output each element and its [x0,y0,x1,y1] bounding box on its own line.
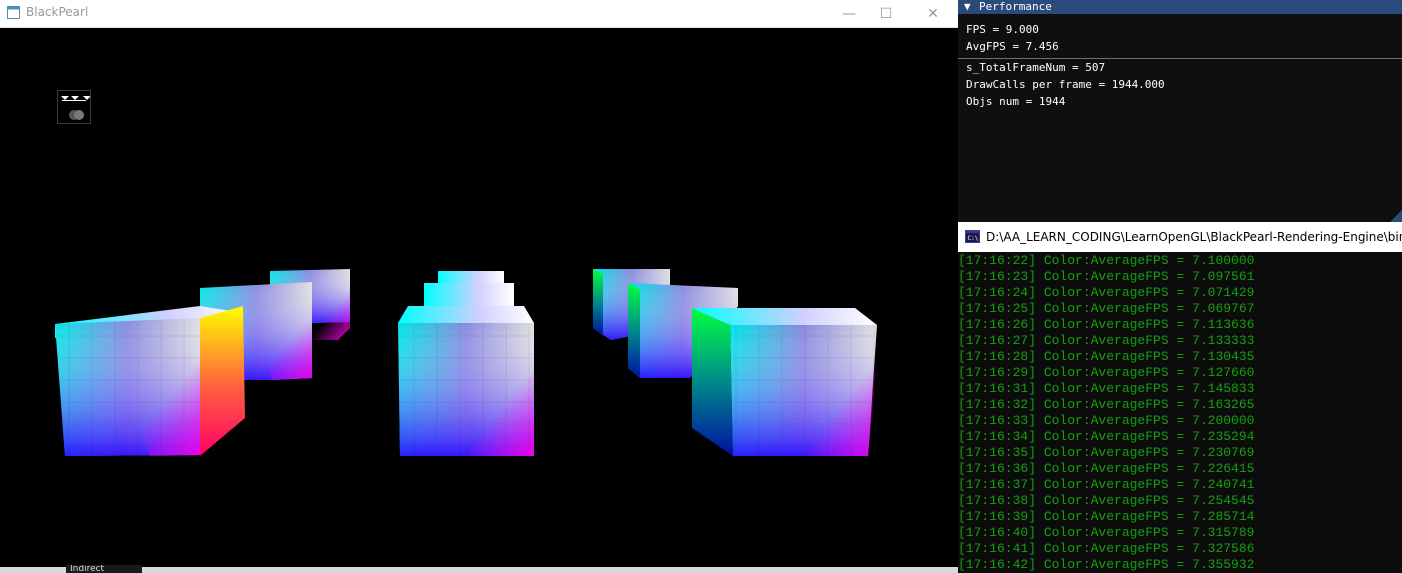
log-line: [17:16:42] Color:AverageFPS = 7.355932 [958,557,1255,572]
maximize-icon: ☐ [879,5,893,22]
fps-text: FPS = 9.000 [966,23,1039,36]
resize-grip[interactable] [1390,210,1402,222]
app-window-icon [7,6,20,19]
opengl-viewport[interactable] [0,28,958,568]
log-line: [17:16:39] Color:AverageFPS = 7.285714 [958,509,1255,524]
log-line: [17:16:31] Color:AverageFPS = 7.145833 [958,381,1255,396]
close-button[interactable]: ✕ [910,0,956,27]
minimize-icon: — [842,5,856,22]
log-line: [17:16:33] Color:AverageFPS = 7.200000 [958,413,1255,428]
console-window[interactable]: C:\ D:\AA_LEARN_CODING\LearnOpenGL\Black… [958,222,1402,573]
cube-front-right [692,308,877,456]
log-line: [17:16:25] Color:AverageFPS = 7.069767 [958,301,1255,316]
close-icon: ✕ [927,5,939,22]
render-window: BlackPearl — ☐ ✕ Indirect [0,0,958,573]
log-line: [17:16:27] Color:AverageFPS = 7.133333 [958,333,1255,348]
window-titlebar[interactable]: BlackPearl — ☐ ✕ [0,0,958,28]
performance-title: Performance [979,0,1052,13]
cube-front-left [55,306,245,456]
log-line: [17:16:22] Color:AverageFPS = 7.100000 [958,253,1255,268]
total-frames-text: s_TotalFrameNum = 507 [966,61,1106,74]
window-title: BlackPearl [26,5,89,19]
objs-num-text: Objs num = 1944 [966,95,1066,108]
log-line: [17:16:26] Color:AverageFPS = 7.113636 [958,317,1255,332]
taskbar-item[interactable]: Indirect [66,565,142,573]
separator [958,58,1402,59]
log-line: [17:16:23] Color:AverageFPS = 7.097561 [958,269,1255,284]
log-line: [17:16:32] Color:AverageFPS = 7.163265 [958,397,1255,412]
log-line: [17:16:29] Color:AverageFPS = 7.127660 [958,365,1255,380]
log-line: [17:16:24] Color:AverageFPS = 7.071429 [958,285,1255,300]
avg-fps-text: AvgFPS = 7.456 [966,40,1059,53]
console-titlebar[interactable]: C:\ D:\AA_LEARN_CODING\LearnOpenGL\Black… [958,222,1402,252]
log-line: [17:16:37] Color:AverageFPS = 7.240741 [958,477,1255,492]
collapse-arrow-icon[interactable]: ▼ [964,0,971,14]
drawcalls-text: DrawCalls per frame = 1944.000 [966,78,1165,91]
maximize-button[interactable]: ☐ [863,0,909,27]
taskbar-strip [0,567,958,573]
cube-front-middle [398,306,534,456]
log-line: [17:16:28] Color:AverageFPS = 7.130435 [958,349,1255,364]
performance-header[interactable]: ▼ Performance [958,0,1402,14]
log-line: [17:16:40] Color:AverageFPS = 7.315789 [958,525,1255,540]
cube-mid-middle [424,283,514,308]
log-line: [17:16:41] Color:AverageFPS = 7.327586 [958,541,1255,556]
log-line: [17:16:36] Color:AverageFPS = 7.226415 [958,461,1255,476]
log-line: [17:16:34] Color:AverageFPS = 7.235294 [958,429,1255,444]
svg-text:C:\: C:\ [968,235,979,242]
console-output: [17:16:22] Color:AverageFPS = 7.100000 [… [958,253,1402,573]
log-line: [17:16:35] Color:AverageFPS = 7.230769 [958,445,1255,460]
performance-panel[interactable]: ▼ Performance FPS = 9.000 AvgFPS = 7.456… [958,0,1402,222]
console-title: D:\AA_LEARN_CODING\LearnOpenGL\BlackPear… [986,230,1402,244]
cube-back-middle [438,271,504,284]
cube-scene [55,269,877,456]
console-app-icon: C:\ [965,230,980,243]
log-line: [17:16:38] Color:AverageFPS = 7.254545 [958,493,1255,508]
